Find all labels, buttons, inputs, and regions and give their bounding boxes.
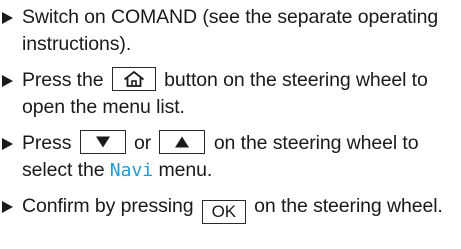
step-text-after: on the steering wheel.	[254, 195, 443, 217]
instruction-step-confirm: Confirm by pressing OK on the steering w…	[0, 193, 459, 224]
home-icon	[123, 70, 144, 87]
step-text-middle: or	[134, 132, 152, 154]
bullet-arrow-icon	[2, 138, 13, 150]
step-text-before: Confirm by pressing	[22, 195, 194, 217]
home-button-key	[111, 67, 156, 91]
bullet-arrow-icon	[2, 201, 13, 213]
step-text-before: Press the	[22, 69, 104, 91]
arrow-up-icon	[175, 136, 190, 148]
step-text-before: Press	[22, 132, 72, 154]
ok-button-key: OK	[201, 200, 246, 224]
instruction-list: Switch on COMAND (see the separate opera…	[0, 4, 459, 224]
bullet-arrow-icon	[2, 12, 13, 24]
step-text: Switch on COMAND (see the separate opera…	[22, 6, 439, 55]
arrow-down-key	[79, 130, 126, 154]
step-text-end: menu.	[158, 159, 213, 181]
bullet-arrow-icon	[2, 75, 13, 87]
instruction-step-press-home: Press the button on the steering wheel t…	[0, 67, 459, 121]
arrow-down-icon	[95, 136, 110, 148]
navi-menu-name: Navi	[109, 160, 154, 181]
instruction-step-switch-on: Switch on COMAND (see the separate opera…	[0, 4, 459, 58]
arrow-up-key	[159, 130, 206, 154]
instruction-step-select-navi: Press or on the steering wheel to select…	[0, 130, 459, 184]
